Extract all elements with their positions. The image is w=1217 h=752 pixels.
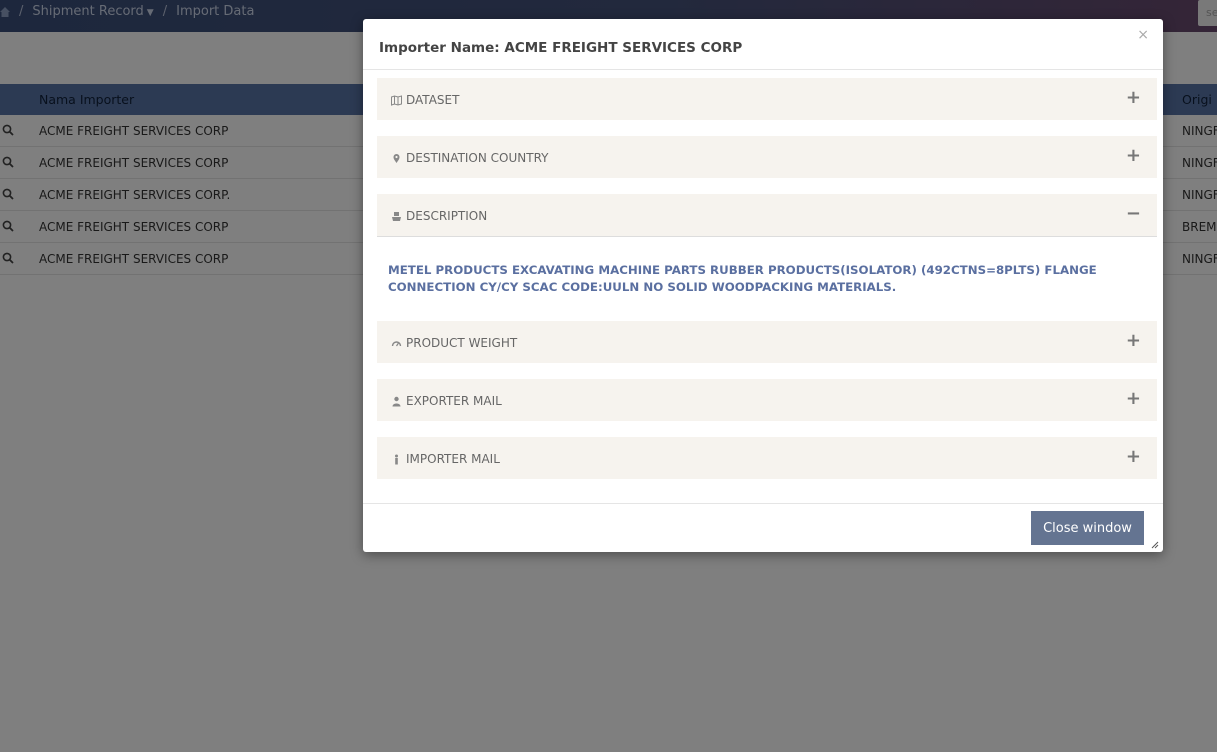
panel-label: DESTINATION COUNTRY bbox=[406, 151, 549, 165]
user-icon bbox=[392, 396, 401, 406]
modal-title: Importer Name: ACME FREIGHT SERVICES COR… bbox=[379, 40, 743, 56]
dashboard-icon bbox=[391, 340, 402, 346]
panel-header[interactable]: IMPORTER MAIL + bbox=[377, 437, 1157, 479]
collapse-icon[interactable]: − bbox=[1126, 205, 1141, 223]
panel-label: IMPORTER MAIL bbox=[406, 452, 500, 466]
panel-header[interactable]: DESCRIPTION − bbox=[377, 194, 1157, 236]
panel-header[interactable]: DATASET + bbox=[377, 78, 1157, 120]
panel-exporter-mail[interactable]: EXPORTER MAIL + bbox=[377, 379, 1157, 421]
panel-label: EXPORTER MAIL bbox=[406, 394, 502, 408]
panel-importer-mail[interactable]: IMPORTER MAIL + bbox=[377, 437, 1157, 479]
expand-icon[interactable]: + bbox=[1126, 332, 1141, 350]
modal-header: Importer Name: ACME FREIGHT SERVICES COR… bbox=[363, 19, 1163, 70]
panel-header[interactable]: EXPORTER MAIL + bbox=[377, 379, 1157, 421]
expand-icon[interactable]: + bbox=[1126, 448, 1141, 466]
close-icon[interactable]: × bbox=[1137, 27, 1149, 43]
modal-footer: Close window bbox=[363, 503, 1163, 553]
panel-header[interactable]: PRODUCT WEIGHT + bbox=[377, 321, 1157, 363]
person-icon bbox=[395, 454, 398, 464]
importer-detail-modal: Importer Name: ACME FREIGHT SERVICES COR… bbox=[363, 19, 1163, 552]
divider bbox=[377, 236, 1157, 237]
expand-icon[interactable]: + bbox=[1126, 89, 1141, 107]
expand-icon[interactable]: + bbox=[1126, 147, 1141, 165]
panel-dataset[interactable]: DATASET + bbox=[377, 78, 1157, 120]
expand-icon[interactable]: + bbox=[1126, 390, 1141, 408]
close-window-button[interactable]: Close window bbox=[1031, 511, 1144, 545]
panel-label: PRODUCT WEIGHT bbox=[406, 336, 518, 350]
panel-label: DATASET bbox=[406, 93, 460, 107]
panel-description[interactable]: DESCRIPTION − bbox=[377, 194, 1157, 236]
resize-handle-icon[interactable] bbox=[1151, 541, 1159, 549]
panel-product-weight[interactable]: PRODUCT WEIGHT + bbox=[377, 321, 1157, 363]
map-icon bbox=[391, 94, 402, 106]
panel-destination-country[interactable]: DESTINATION COUNTRY + bbox=[377, 136, 1157, 178]
panel-header[interactable]: DESTINATION COUNTRY + bbox=[377, 136, 1157, 178]
map-marker-icon bbox=[393, 153, 400, 163]
description-text: METEL PRODUCTS EXCAVATING MACHINE PARTS … bbox=[388, 263, 1097, 294]
ship-icon bbox=[392, 211, 401, 221]
panel-label: DESCRIPTION bbox=[406, 209, 488, 223]
